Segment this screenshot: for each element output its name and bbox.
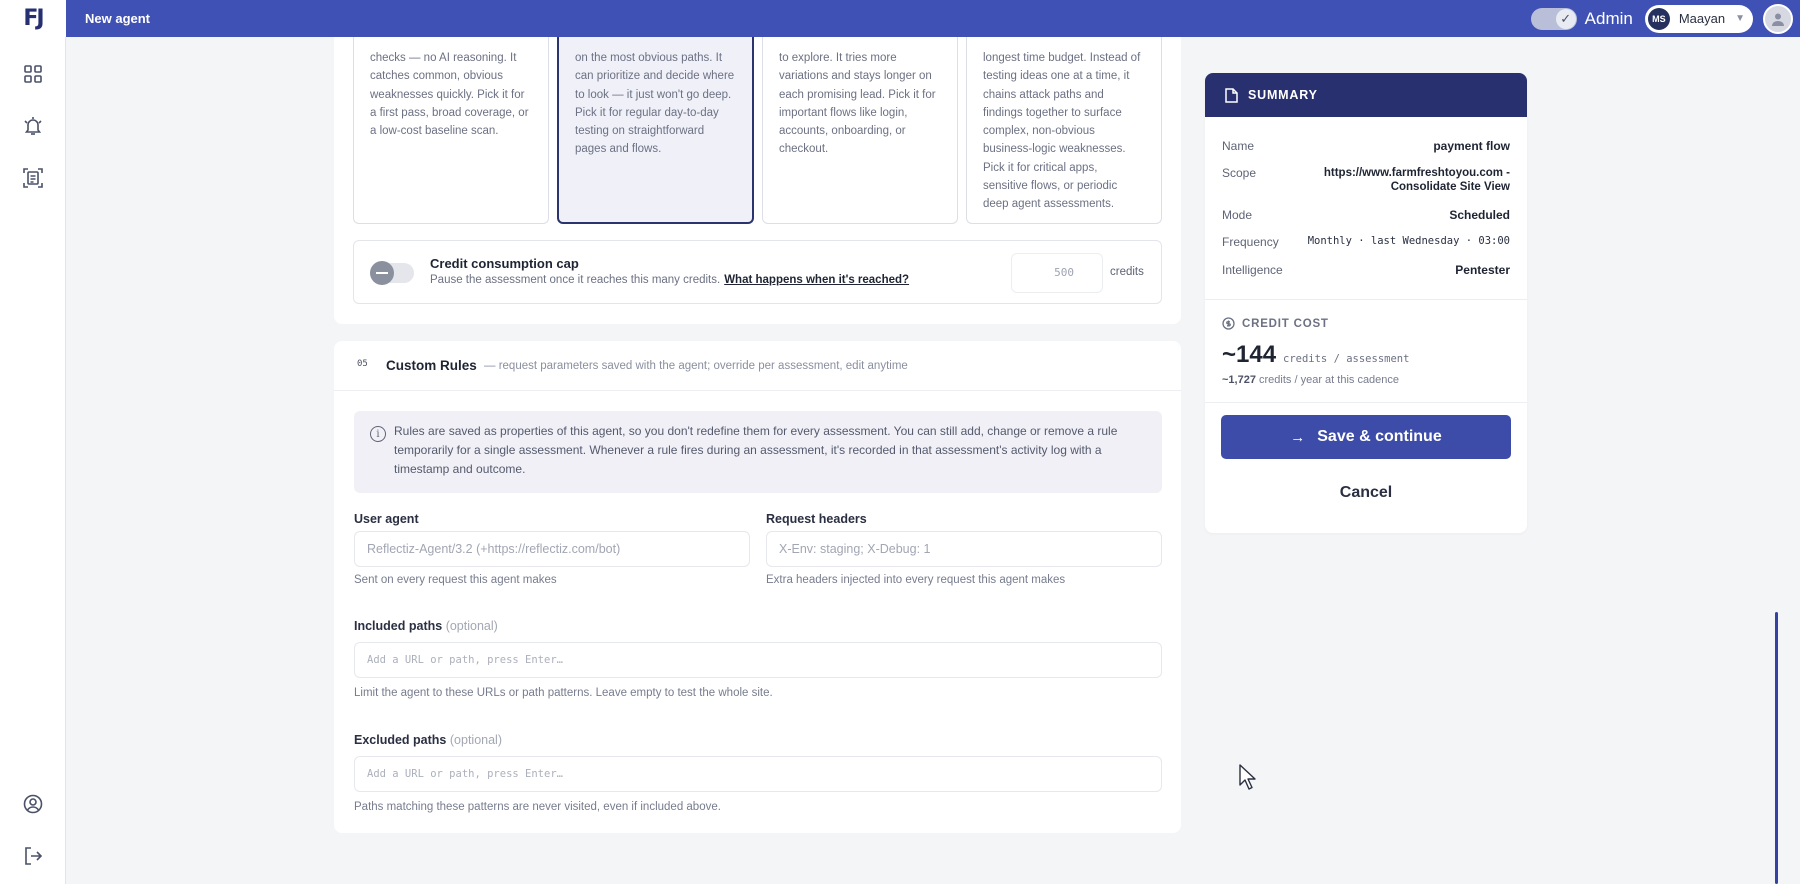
coin-icon — [1222, 317, 1235, 330]
summary-row-mode: Mode Scheduled — [1222, 208, 1510, 224]
section-subtitle: — request parameters saved with the agen… — [484, 360, 908, 372]
excluded-paths-input[interactable]: Add a URL or path, press Enter… — [354, 756, 1162, 792]
summary-key: Name — [1222, 139, 1255, 153]
included-paths-input[interactable]: Add a URL or path, press Enter… — [354, 642, 1162, 678]
mouse-cursor-icon — [1239, 764, 1256, 790]
arrow-right-icon: → — [1290, 428, 1306, 446]
credit-cap-help-link[interactable]: What happens when it's reached? — [724, 274, 909, 286]
excluded-paths-label: Excluded paths (optional) — [354, 733, 502, 747]
logo-text: FJ — [23, 6, 44, 31]
credit-cap-input[interactable]: 500 — [1011, 253, 1103, 293]
grid-icon[interactable] — [20, 61, 46, 87]
credit-cap-title: Credit consumption cap — [430, 256, 579, 271]
summary-panel: SUMMARY Name payment flow Scope https://… — [1205, 73, 1527, 533]
credit-cap-toggle[interactable] — [370, 261, 414, 285]
app-logo[interactable]: FJ — [0, 0, 66, 37]
summary-row-name: Name payment flow — [1222, 139, 1510, 155]
top-bar: FJ New agent ✓ Admin MS Maayan ▼ — [0, 0, 1800, 37]
save-continue-label: Save & continue — [1317, 428, 1442, 445]
request-headers-input[interactable]: X-Env: staging; X-Debug: 1 — [766, 531, 1162, 567]
option-description: on the most obvious paths. It can priori… — [575, 52, 735, 156]
request-headers-label: Request headers — [766, 512, 867, 526]
summary-key: Frequency — [1222, 235, 1279, 249]
bell-alert-icon[interactable] — [20, 113, 46, 139]
credit-cost-yearly: ~1,727 credits / year at this cadence — [1222, 374, 1399, 386]
summary-key: Mode — [1222, 208, 1253, 222]
summary-value: Pentester — [1455, 263, 1510, 277]
divider — [1205, 299, 1527, 300]
credit-cost-label-text: CREDIT COST — [1242, 317, 1329, 330]
intelligence-option-deep[interactable]: to explore. It tries more variations and… — [762, 37, 958, 224]
info-icon: i — [370, 426, 386, 442]
yearly-value: ~1,727 — [1222, 374, 1256, 386]
option-description: longest time budget. Instead of testing … — [983, 52, 1141, 211]
info-text: Rules are saved as properties of this ag… — [394, 424, 1118, 476]
credit-cap-text: Pause the assessment once it reaches thi… — [430, 274, 721, 286]
excluded-paths-label-text: Excluded paths — [354, 733, 447, 747]
user-menu[interactable]: MS Maayan ▼ — [1644, 4, 1753, 33]
summary-value: Scheduled — [1449, 208, 1510, 222]
user-agent-input[interactable]: Reflectiz-Agent/3.2 (+https://reflectiz.… — [354, 531, 750, 567]
summary-header: SUMMARY — [1205, 73, 1527, 117]
credit-cap-row: Credit consumption cap Pause the assessm… — [353, 240, 1162, 304]
optional-tag: (optional) — [445, 619, 498, 633]
section-number: 05 — [357, 359, 368, 369]
option-description: checks — no AI reasoning. It catches com… — [370, 52, 529, 138]
profile-avatar[interactable] — [1763, 3, 1793, 34]
logout-icon[interactable] — [20, 843, 46, 869]
user-initials-avatar: MS — [1647, 7, 1670, 30]
user-agent-help: Sent on every request this agent makes — [354, 574, 557, 586]
user-circle-icon[interactable] — [20, 791, 46, 817]
user-name: Maayan — [1678, 11, 1726, 26]
excluded-paths-help: Paths matching these patterns are never … — [354, 801, 721, 813]
summary-row-frequency: Frequency Monthly · last Wednesday · 03:… — [1222, 235, 1510, 251]
request-headers-help: Extra headers injected into every reques… — [766, 574, 1066, 586]
admin-label: Admin — [1584, 8, 1633, 28]
summary-key: Scope — [1222, 166, 1257, 180]
summary-row-intelligence: Intelligence Pentester — [1222, 263, 1510, 279]
admin-toggle[interactable]: ✓ — [1530, 7, 1577, 30]
intelligence-option-pentester[interactable]: longest time budget. Instead of testing … — [966, 37, 1162, 224]
credit-cap-unit: credits — [1110, 266, 1144, 278]
custom-rules-section: 05 Custom Rules — request parameters sav… — [334, 341, 1181, 833]
user-agent-label: User agent — [354, 512, 419, 526]
summary-row-scope: Scope https://www.farmfreshtoyou.com - C… — [1222, 166, 1510, 196]
included-paths-help: Limit the agent to these URLs or path pa… — [354, 687, 773, 699]
page-title: New agent — [85, 11, 151, 26]
credit-cap-description: Pause the assessment once it reaches thi… — [430, 274, 909, 286]
cancel-button[interactable]: Cancel — [1221, 473, 1511, 513]
custom-rules-header: 05 Custom Rules — request parameters sav… — [334, 341, 1181, 391]
intelligence-option-selected[interactable]: on the most obvious paths. It can priori… — [557, 37, 754, 224]
check-icon: ✓ — [1555, 8, 1576, 29]
option-description: to explore. It tries more variations and… — [779, 52, 936, 156]
chevron-down-icon: ▼ — [1735, 13, 1745, 24]
summary-key: Intelligence — [1222, 263, 1283, 277]
summary-value: Monthly · last Wednesday · 03:00 — [1307, 235, 1510, 247]
scan-document-icon[interactable] — [20, 165, 46, 191]
section-title: Custom Rules — [386, 358, 477, 373]
credit-cost-unit: credits / assessment — [1283, 353, 1410, 365]
optional-tag: (optional) — [449, 733, 502, 747]
included-paths-label-text: Included paths — [354, 619, 443, 633]
intelligence-option-baseline[interactable]: checks — no AI reasoning. It catches com… — [353, 37, 549, 224]
summary-title: SUMMARY — [1248, 88, 1318, 102]
divider — [1205, 402, 1527, 403]
minus-icon — [376, 272, 388, 274]
summary-value: payment flow — [1433, 139, 1510, 153]
document-icon — [1225, 87, 1238, 103]
user-icon — [1772, 13, 1784, 26]
included-paths-label: Included paths (optional) — [354, 619, 498, 633]
save-continue-button[interactable]: → Save & continue — [1221, 415, 1511, 459]
credit-cost-value: ~144 — [1222, 341, 1277, 368]
summary-value: https://www.farmfreshtoyou.com - Consoli… — [1323, 167, 1510, 193]
sidebar — [0, 37, 66, 884]
scrollbar-thumb[interactable] — [1775, 612, 1778, 884]
info-callout: i Rules are saved as properties of this … — [354, 411, 1162, 493]
credit-cost-label: CREDIT COST — [1222, 317, 1329, 330]
yearly-text: credits / year at this cadence — [1259, 374, 1400, 386]
